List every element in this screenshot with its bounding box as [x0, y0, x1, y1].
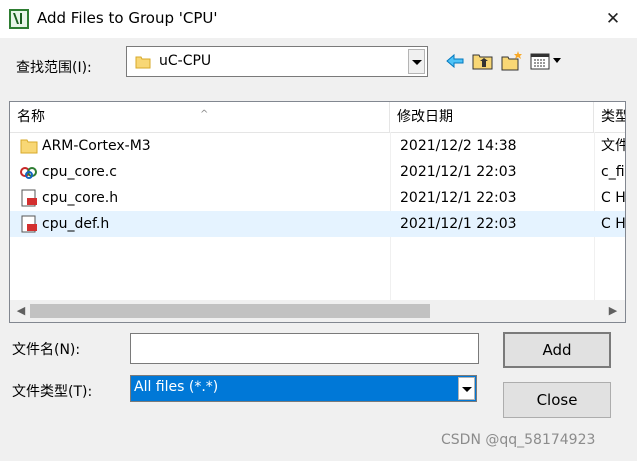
scroll-right-icon[interactable]: ▶: [604, 302, 622, 320]
file-row-arm-cortex-m3[interactable]: ARM-Cortex-M3 2021/12/2 14:38 文件夹: [10, 133, 625, 159]
back-arrow-icon[interactable]: [445, 49, 465, 73]
filename-input[interactable]: [130, 333, 479, 364]
c-source-icon: [20, 167, 37, 179]
horizontal-scrollbar[interactable]: ◀ ▶: [10, 300, 625, 322]
header-file-icon: [21, 215, 37, 233]
file-date: 2021/12/2 14:38: [400, 138, 517, 154]
header-file-icon: [21, 189, 37, 207]
list-header: 名称 ^ 修改日期 类型: [10, 102, 625, 133]
up-folder-icon[interactable]: [472, 49, 494, 73]
new-folder-icon[interactable]: [501, 49, 523, 73]
window-title: Add Files to Group 'CPU': [37, 9, 218, 27]
file-row-cpu-def-h[interactable]: cpu_def.h 2021/12/1 22:03 C Header: [10, 211, 626, 237]
file-type: C Header: [601, 216, 626, 232]
filename-label: 文件名(N):: [12, 342, 81, 358]
filetype-dropdown-button[interactable]: [458, 377, 475, 400]
chevron-down-icon: [412, 60, 422, 65]
view-menu-icon[interactable]: [530, 49, 566, 73]
look-in-dropdown-button[interactable]: [408, 49, 425, 74]
filetype-combobox[interactable]: All files (*.*): [130, 375, 477, 402]
file-row-cpu-core-h[interactable]: cpu_core.h 2021/12/1 22:03 C Header: [10, 185, 626, 211]
file-date: 2021/12/1 22:03: [400, 216, 517, 232]
scrollbar-thumb[interactable]: [30, 304, 430, 318]
file-name: cpu_def.h: [42, 216, 110, 232]
file-type: c_file: [601, 164, 625, 180]
column-header-name[interactable]: 名称 ^: [10, 102, 390, 132]
file-date: 2021/12/1 22:03: [400, 190, 517, 206]
column-header-type[interactable]: 类型: [594, 102, 625, 132]
file-name: cpu_core.h: [42, 190, 119, 206]
column-header-date[interactable]: 修改日期: [390, 102, 594, 132]
keil-app-icon: [9, 9, 29, 29]
watermark: CSDN @qq_58174923: [441, 432, 596, 448]
title-bar: Add Files to Group 'CPU' ✕: [0, 0, 637, 38]
folder-icon: [135, 56, 151, 69]
close-window-button[interactable]: ✕: [600, 6, 626, 32]
file-name: cpu_core.c: [42, 164, 117, 180]
filetype-label: 文件类型(T):: [12, 384, 93, 400]
add-button[interactable]: Add: [503, 332, 611, 368]
file-type: C Header: [601, 190, 626, 206]
column-name-label: 名称: [17, 109, 45, 125]
column-date-label: 修改日期: [397, 109, 453, 125]
file-type: 文件夹: [601, 138, 625, 154]
folder-icon: [20, 139, 38, 154]
chevron-down-icon: [462, 387, 472, 392]
look-in-value: uC-CPU: [159, 53, 212, 69]
filetype-value: All files (*.*): [134, 379, 219, 395]
file-row-cpu-core-c[interactable]: cpu_core.c 2021/12/1 22:03 c_file: [10, 159, 625, 185]
scroll-left-icon[interactable]: ◀: [12, 302, 30, 320]
sort-ascending-icon: ^: [200, 109, 209, 120]
look-in-label: 查找范围(I):: [16, 60, 92, 76]
look-in-combobox[interactable]: uC-CPU: [126, 46, 428, 77]
file-date: 2021/12/1 22:03: [400, 164, 517, 180]
file-list[interactable]: 名称 ^ 修改日期 类型 ARM-Cortex-M3 2021/12/2 14:…: [9, 101, 626, 323]
close-button[interactable]: Close: [503, 382, 611, 418]
file-name: ARM-Cortex-M3: [42, 138, 151, 154]
column-type-label: 类型: [601, 109, 625, 125]
